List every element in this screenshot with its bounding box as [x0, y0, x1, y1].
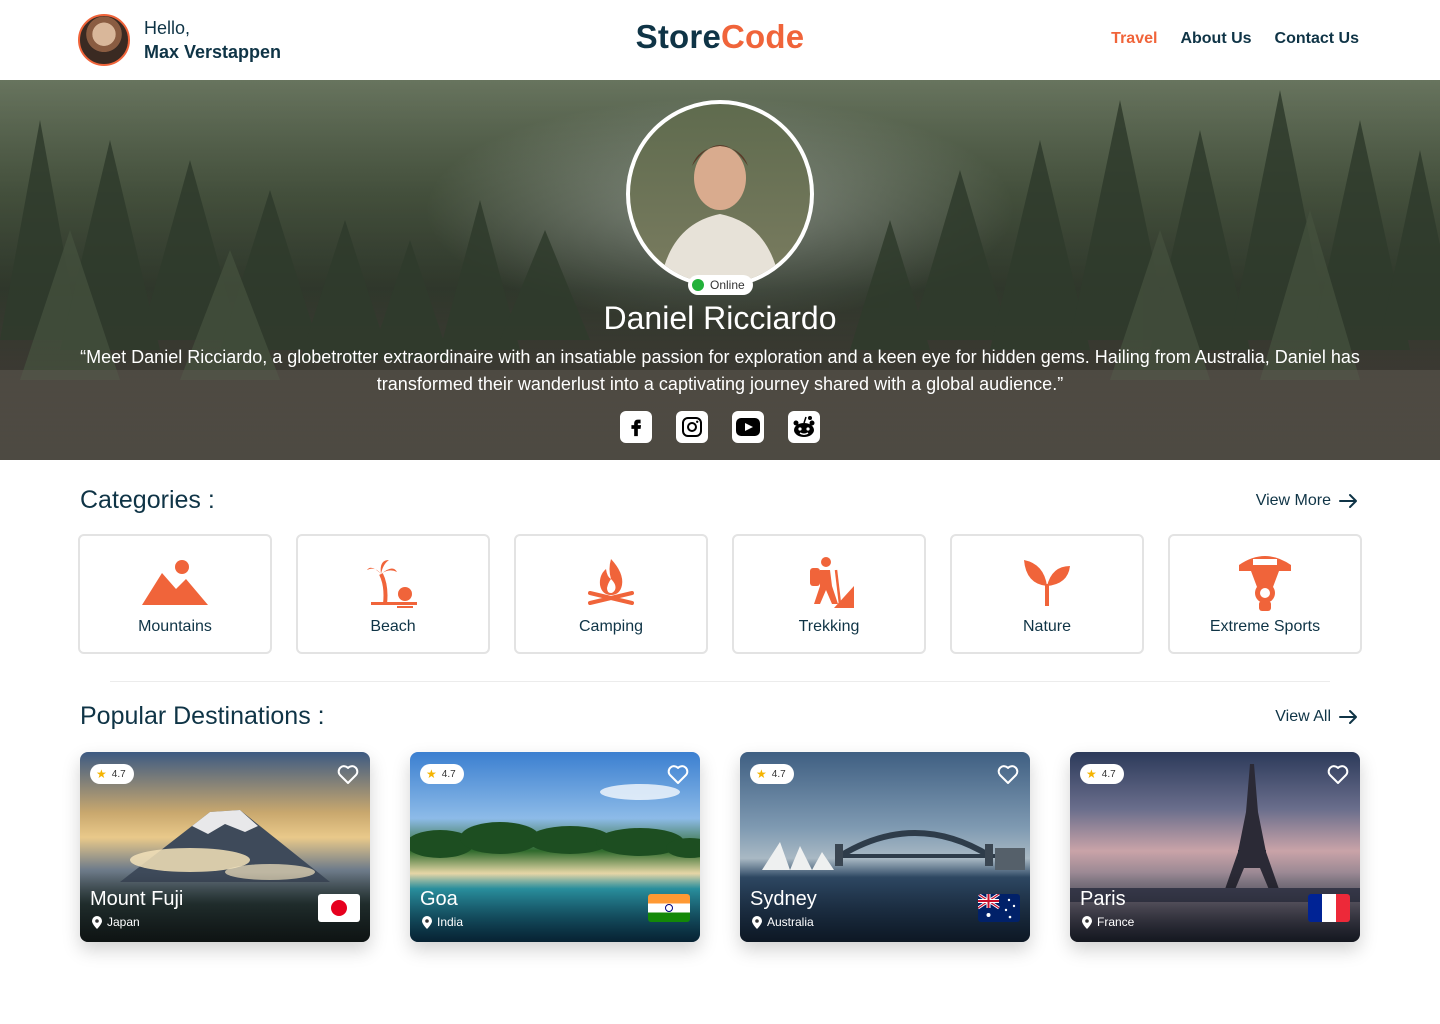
hero-banner: Online Daniel Ricciardo “Meet Daniel Ric…: [0, 80, 1440, 460]
view-more-label: View More: [1255, 492, 1331, 509]
destination-card-goa[interactable]: ★ 4.7 Goa India: [410, 752, 700, 942]
flag-chakra: [665, 904, 673, 912]
main-nav: Travel About Us Contact Us: [1111, 30, 1359, 48]
category-label: Trekking: [798, 618, 860, 635]
section-divider: [110, 681, 1330, 682]
sprout-icon: [952, 552, 1142, 612]
nav-about-us[interactable]: About Us: [1180, 30, 1251, 48]
rating-value: 4.7: [111, 768, 126, 780]
destination-card-mount-fuji[interactable]: ★ 4.7 Mount Fuji Japan: [80, 752, 370, 942]
australia-flag-icon: [978, 894, 1020, 922]
france-flag-icon: [1308, 894, 1350, 922]
view-more-link[interactable]: View More: [1256, 492, 1359, 510]
rating-badge: ★ 4.7: [1080, 764, 1124, 784]
arrow-right-icon: [1339, 494, 1357, 508]
destinations-title: Popular Destinations :: [80, 702, 325, 730]
category-label: Beach: [370, 618, 416, 635]
destination-location: Australia: [752, 915, 814, 929]
rating-badge: ★ 4.7: [90, 764, 134, 784]
rating-value: 4.7: [771, 768, 786, 780]
location-pin-icon: [752, 915, 762, 929]
facebook-icon[interactable]: [620, 411, 652, 443]
star-icon: ★: [96, 767, 107, 781]
nav-contact-us[interactable]: Contact Us: [1275, 30, 1359, 48]
categories-title: Categories :: [80, 486, 215, 514]
status-text: Online: [710, 278, 745, 292]
mountain-icon: [80, 552, 270, 612]
header: Hello, Max Verstappen StoreCode Travel A…: [0, 0, 1440, 80]
india-flag-icon: [648, 894, 690, 922]
flag-circle: [331, 900, 347, 916]
arrow-right-icon: [1339, 710, 1357, 724]
rating-badge: ★ 4.7: [420, 764, 464, 784]
heart-icon[interactable]: [336, 762, 360, 786]
beach-icon: [298, 552, 488, 612]
parachute-icon: [1170, 552, 1360, 612]
campfire-icon: [516, 552, 706, 612]
destination-name: Sydney: [750, 888, 817, 910]
reddit-icon[interactable]: [788, 411, 820, 443]
destination-card-sydney[interactable]: ★ 4.7 Sydney Australia: [740, 752, 1030, 942]
destination-name: Mount Fuji: [90, 888, 184, 910]
location-text: Australia: [767, 915, 814, 929]
location-text: France: [1097, 915, 1135, 929]
logo-part-store: Store: [635, 18, 722, 55]
destination-card-paris[interactable]: ★ 4.7 Paris France: [1070, 752, 1360, 942]
category-label: Extreme Sports: [1209, 618, 1321, 635]
hiker-icon: [734, 552, 924, 612]
online-status-badge: Online: [688, 275, 753, 295]
destination-location: France: [1082, 915, 1134, 929]
category-label: Camping: [578, 618, 644, 635]
rating-value: 4.7: [441, 768, 456, 780]
profile-photo[interactable]: [626, 100, 814, 288]
category-card-mountains[interactable]: Mountains: [78, 534, 272, 654]
heart-icon[interactable]: [666, 762, 690, 786]
destination-location: Japan: [92, 915, 140, 929]
instagram-icon[interactable]: [676, 411, 708, 443]
category-card-beach[interactable]: Beach: [296, 534, 490, 654]
category-label: Nature: [1022, 618, 1072, 635]
destination-location: India: [422, 915, 463, 929]
star-icon: ★: [1086, 767, 1097, 781]
location-pin-icon: [92, 915, 102, 929]
destination-name: Goa: [420, 888, 458, 910]
location-text: India: [437, 915, 464, 929]
destination-name: Paris: [1080, 888, 1126, 910]
view-all-link[interactable]: View All: [1275, 708, 1359, 726]
youtube-icon[interactable]: [732, 411, 764, 443]
location-text: Japan: [107, 915, 140, 929]
category-card-nature[interactable]: Nature: [950, 534, 1144, 654]
profile-bio: “Meet Daniel Ricciardo, a globetrotter e…: [80, 347, 1360, 394]
category-label: Mountains: [138, 618, 212, 635]
status-dot: [692, 279, 704, 291]
location-pin-icon: [1082, 915, 1092, 929]
view-all-label: View All: [1275, 708, 1331, 725]
rating-badge: ★ 4.7: [750, 764, 794, 784]
social-links: [620, 411, 820, 443]
person-portrait: [660, 145, 780, 284]
heart-icon[interactable]: [1326, 762, 1350, 786]
profile-name: Daniel Ricciardo: [603, 300, 837, 336]
star-icon: ★: [756, 767, 767, 781]
destination-list: ★ 4.7 Mount Fuji Japan ★ 4.7 Goa India ★…: [80, 752, 1360, 942]
nav-travel[interactable]: Travel: [1111, 30, 1157, 48]
heart-icon[interactable]: [996, 762, 1020, 786]
category-list: Mountains Beach Camping Trekking Nature …: [78, 534, 1362, 654]
japan-flag-icon: [318, 894, 360, 922]
australia-flag-graphic: [978, 894, 1016, 919]
category-card-trekking[interactable]: Trekking: [732, 534, 926, 654]
logo-part-code: Code: [721, 18, 805, 55]
location-pin-icon: [422, 915, 432, 929]
rating-value: 4.7: [1101, 768, 1116, 780]
category-card-camping[interactable]: Camping: [514, 534, 708, 654]
star-icon: ★: [426, 767, 437, 781]
category-card-extreme-sports[interactable]: Extreme Sports: [1168, 534, 1362, 654]
